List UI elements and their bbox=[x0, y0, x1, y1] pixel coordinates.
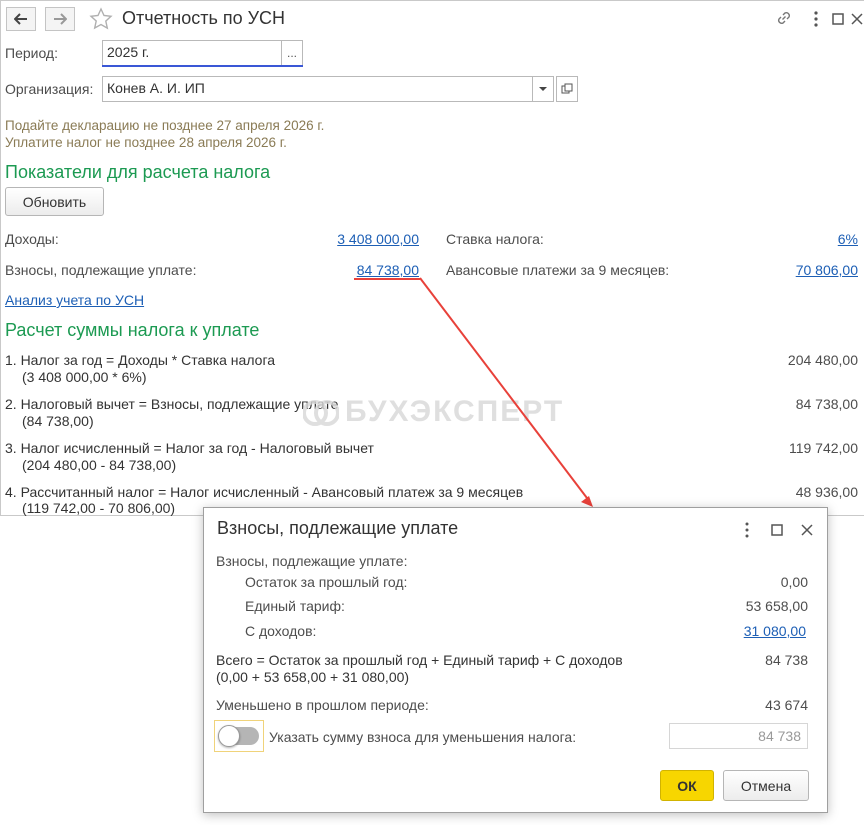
calc-row-1-detail: (3 408 000,00 * 6%) bbox=[22, 369, 147, 385]
tax-rate-link[interactable]: 6% bbox=[838, 231, 858, 247]
more-vertical-icon bbox=[814, 11, 818, 27]
dialog-close-button[interactable] bbox=[799, 520, 815, 540]
calc-row-2-value: 84 738,00 bbox=[795, 396, 858, 412]
cancel-button[interactable]: Отмена bbox=[723, 770, 809, 801]
close-icon bbox=[801, 524, 813, 536]
highlight-underline bbox=[354, 278, 420, 280]
calc-row-1-formula: 1. Налог за год = Доходы * Ставка налога bbox=[5, 352, 276, 368]
favorite-button[interactable] bbox=[89, 7, 113, 31]
income-label: Доходы: bbox=[5, 231, 59, 247]
more-menu-button[interactable] bbox=[809, 9, 823, 29]
calc-row-4-value: 48 936,00 bbox=[795, 484, 858, 500]
usn-analysis-link[interactable]: Анализ учета по УСН bbox=[5, 292, 144, 308]
reduction-toggle[interactable] bbox=[214, 720, 264, 752]
copy-link-button[interactable] bbox=[775, 9, 795, 29]
total-detail: (0,00 + 53 658,00 + 31 080,00) bbox=[216, 669, 410, 685]
close-button[interactable] bbox=[850, 9, 864, 29]
report-window: Отчетность по УСН Период: 2025 г. ... Ор… bbox=[0, 0, 864, 516]
previous-balance-label: Остаток за прошлый год: bbox=[245, 574, 408, 590]
forward-button[interactable] bbox=[45, 7, 75, 31]
watermark-text: БУХЭКСПЕРТ bbox=[345, 395, 565, 428]
reduction-amount-input[interactable]: 84 738 bbox=[669, 723, 808, 749]
calc-row-4-detail: (119 742,00 - 70 806,00) bbox=[22, 500, 176, 516]
declaration-deadline-notice: Подайте декларацию не позднее 27 апреля … bbox=[5, 118, 325, 133]
refresh-button[interactable]: Обновить bbox=[5, 187, 104, 216]
reduced-previous-label: Уменьшено в прошлом периоде: bbox=[216, 697, 429, 713]
tax-rate-label: Ставка налога: bbox=[446, 231, 544, 247]
window-title: Отчетность по УСН bbox=[122, 8, 286, 28]
total-formula: Всего = Остаток за прошлый год + Единый … bbox=[216, 652, 623, 668]
organization-label: Организация: bbox=[5, 81, 94, 97]
from-income-link[interactable]: 31 080,00 bbox=[744, 623, 806, 639]
period-focus-underline bbox=[102, 65, 303, 67]
period-select-button[interactable]: ... bbox=[281, 40, 303, 66]
organization-open-button[interactable] bbox=[556, 76, 578, 102]
calc-row-3-value: 119 742,00 bbox=[788, 440, 858, 456]
calc-row-4-formula: 4. Рассчитанный налог = Налог исчисленны… bbox=[5, 484, 524, 500]
contributions-value-link[interactable]: 84 738,00 bbox=[357, 262, 419, 278]
maximize-icon bbox=[771, 524, 783, 536]
contributions-dialog: Взносы, подлежащие уплате Взносы, подлеж… bbox=[203, 507, 828, 813]
calc-row-3-formula: 3. Налог исчисленный = Налог за год - На… bbox=[5, 440, 374, 456]
calc-row-1-value: 204 480,00 bbox=[787, 352, 858, 368]
maximize-icon bbox=[832, 13, 844, 25]
arrow-left-icon bbox=[14, 13, 27, 25]
watermark-logo-icon bbox=[302, 400, 340, 427]
arrow-right-icon bbox=[54, 13, 67, 25]
period-input[interactable]: 2025 г. bbox=[102, 40, 282, 66]
previous-balance-value: 0,00 bbox=[780, 574, 808, 590]
period-label: Период: bbox=[5, 45, 58, 61]
organization-dropdown-button[interactable] bbox=[532, 76, 554, 102]
reduced-previous-value: 43 674 bbox=[765, 697, 808, 713]
ok-button[interactable]: ОК bbox=[660, 770, 714, 801]
single-tariff-label: Единый тариф: bbox=[245, 598, 345, 614]
calc-row-3-detail: (204 480,00 - 84 738,00) bbox=[22, 457, 177, 473]
reduction-toggle-label: Указать сумму взноса для уменьшения нало… bbox=[269, 729, 577, 745]
dialog-header-label: Взносы, подлежащие уплате: bbox=[216, 553, 408, 569]
close-icon bbox=[851, 13, 863, 25]
contributions-label: Взносы, подлежащие уплате: bbox=[5, 262, 197, 278]
calc-section-title: Расчет суммы налога к уплате bbox=[5, 320, 260, 340]
advance-payments-link[interactable]: 70 806,00 bbox=[796, 262, 858, 278]
maximize-button[interactable] bbox=[830, 9, 846, 29]
calc-row-2-detail: (84 738,00) bbox=[22, 413, 94, 429]
dialog-title: Взносы, подлежащие уплате bbox=[217, 518, 459, 538]
total-value: 84 738 bbox=[765, 652, 808, 668]
dialog-more-button[interactable] bbox=[741, 520, 753, 540]
toggle-knob bbox=[218, 725, 240, 747]
advance-payments-label: Авансовые платежи за 9 месяцев: bbox=[446, 262, 670, 278]
income-value-link[interactable]: 3 408 000,00 bbox=[337, 231, 419, 247]
payment-deadline-notice: Уплатите налог не позднее 28 апреля 2026… bbox=[5, 135, 287, 150]
open-window-icon bbox=[561, 83, 573, 94]
from-income-label: С доходов: bbox=[245, 623, 317, 639]
indicators-section-title: Показатели для расчета налога bbox=[5, 162, 271, 182]
calc-row-2-formula: 2. Налоговый вычет = Взносы, подлежащие … bbox=[5, 396, 339, 412]
single-tariff-value: 53 658,00 bbox=[745, 598, 808, 614]
organization-input[interactable]: Конев А. И. ИП bbox=[102, 76, 533, 102]
more-vertical-icon bbox=[745, 522, 749, 538]
watermark: БУХЭКСПЕРТ bbox=[302, 395, 565, 429]
star-outline-icon bbox=[89, 7, 113, 30]
chevron-down-icon bbox=[539, 87, 547, 91]
dialog-maximize-button[interactable] bbox=[769, 520, 785, 540]
link-icon bbox=[778, 12, 790, 24]
back-button[interactable] bbox=[6, 7, 36, 31]
